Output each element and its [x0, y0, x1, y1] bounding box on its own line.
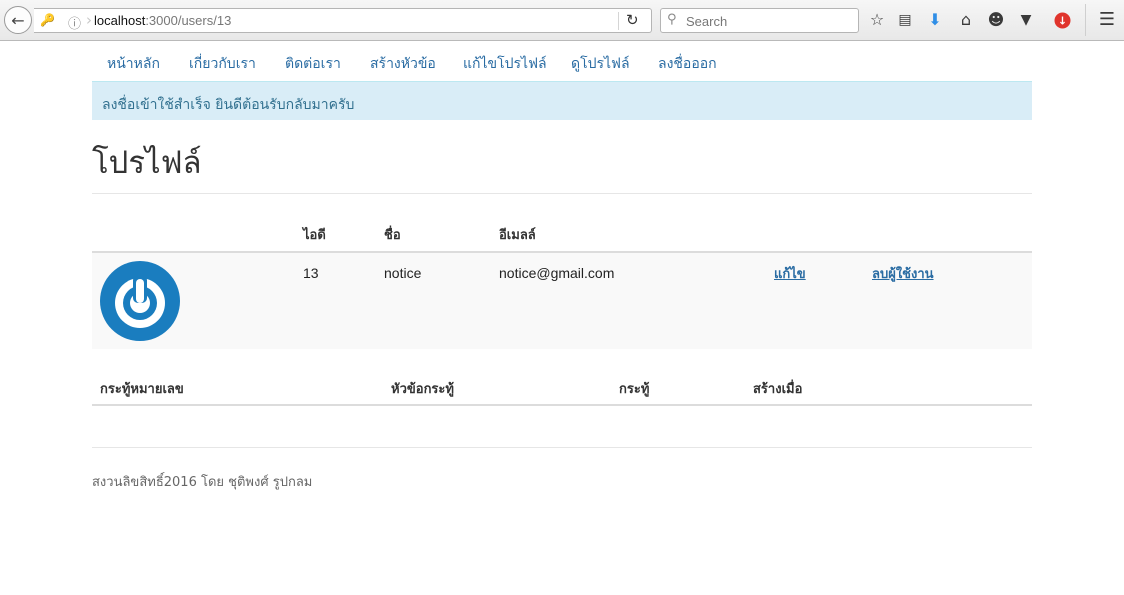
- search-icon: ⚲: [667, 12, 677, 27]
- url-host: localhost: [94, 13, 146, 28]
- download-icon[interactable]: ⬇: [924, 10, 946, 30]
- alert-message: ลงชื่อเข้าใช้สำเร็จ ยินดีต้อนรับกลับมาคร…: [102, 97, 355, 113]
- key-icon[interactable]: 🔑: [40, 13, 55, 27]
- header-name: ชื่อ: [384, 228, 401, 243]
- edit-user-link[interactable]: แก้ไข: [774, 263, 806, 284]
- header-post: กระทู้: [619, 382, 650, 397]
- footer-divider: [92, 447, 1032, 448]
- header-id: ไอดี: [303, 228, 326, 243]
- nav-edit-profile[interactable]: แก้ไขโปรไฟล์: [463, 53, 547, 75]
- browser-toolbar: ← 🔑 › ⓘ localhost:3000/users/13 ↻ ⚲ Sear…: [0, 0, 1124, 41]
- avatar: [100, 261, 180, 341]
- nav-view-profile[interactable]: ดูโปรไฟล์: [571, 53, 630, 75]
- url-bar[interactable]: 🔑 › ⓘ localhost:3000/users/13 ↻: [34, 8, 652, 33]
- nav-home[interactable]: หน้าหลัก: [107, 53, 160, 75]
- nav-about[interactable]: เกี่ยวกับเรา: [189, 53, 256, 75]
- hamburger-menu-icon[interactable]: ☰: [1096, 10, 1118, 30]
- title-divider: [92, 193, 1032, 194]
- pocket-icon[interactable]: ▼: [1015, 10, 1037, 30]
- svg-text:↓: ↓: [1058, 15, 1067, 28]
- nav-logout[interactable]: ลงชื่อออก: [658, 53, 717, 75]
- emoji-icon[interactable]: ☻: [985, 10, 1007, 30]
- toolbar-divider: [1085, 4, 1086, 36]
- info-icon[interactable]: ⓘ: [68, 13, 81, 32]
- table-row: 13 notice notice@gmail.com แก้ไข ลบผู้ใช…: [92, 253, 1032, 349]
- url-divider: [618, 12, 619, 30]
- home-icon[interactable]: ⌂: [955, 10, 977, 30]
- page-container: หน้าหลัก เกี่ยวกับเรา ติดต่อเรา สร้างหัว…: [92, 41, 1032, 490]
- page-title: โปรไฟล์: [92, 145, 202, 181]
- nav-create-topic[interactable]: สร้างหัวข้อ: [370, 53, 436, 75]
- delete-user-link[interactable]: ลบผู้ใช้งาน: [872, 263, 934, 284]
- url-path: :3000/users/13: [145, 13, 232, 28]
- posts-header-divider: [92, 404, 1032, 406]
- search-input[interactable]: ⚲ Search: [660, 8, 859, 33]
- ublock-icon[interactable]: ↓: [1054, 12, 1071, 29]
- back-arrow-icon[interactable]: ←: [4, 6, 32, 34]
- footer-copyright: สงวนลิขสิทธิ์2016 โดย ชุติพงศ์ รูปกลม: [92, 475, 313, 490]
- header-post-number: กระทู้หมายเลข: [100, 382, 184, 397]
- login-success-alert: ลงชื่อเข้าใช้สำเร็จ ยินดีต้อนรับกลับมาคร…: [92, 81, 1032, 120]
- user-id: 13: [303, 265, 319, 281]
- header-email: อีเมลล์: [499, 228, 536, 243]
- user-name: notice: [384, 265, 422, 281]
- reload-icon[interactable]: ↻: [626, 11, 639, 29]
- nav-contact[interactable]: ติดต่อเรา: [285, 53, 341, 75]
- main-nav: หน้าหลัก เกี่ยวกับเรา ติดต่อเรา สร้างหัว…: [92, 41, 1032, 81]
- chevron-right-icon: ›: [86, 11, 92, 29]
- url-text[interactable]: localhost:3000/users/13: [94, 13, 231, 28]
- user-email: notice@gmail.com: [499, 265, 615, 281]
- search-placeholder: Search: [686, 14, 728, 29]
- header-post-topic: หัวข้อกระทู้: [391, 382, 454, 397]
- reading-list-icon[interactable]: ▤: [894, 10, 916, 30]
- bookmark-star-icon[interactable]: ☆: [866, 10, 888, 30]
- header-created: สร้างเมื่อ: [753, 382, 803, 397]
